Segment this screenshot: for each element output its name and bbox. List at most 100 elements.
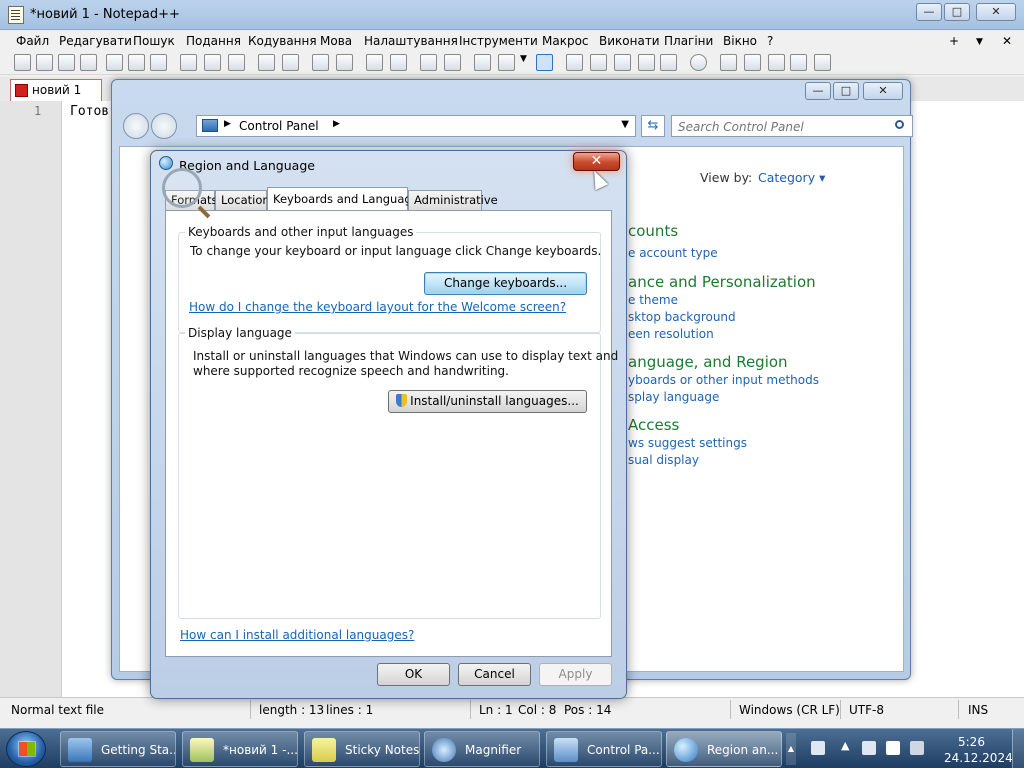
search-icon[interactable] <box>895 120 904 129</box>
install-uninstall-languages-button[interactable]: Install/uninstall languages... <box>388 390 587 413</box>
save-all-icon[interactable] <box>80 54 97 71</box>
function-list-icon[interactable] <box>638 54 655 71</box>
change-keyboards-button[interactable]: Change keyboards... <box>424 272 587 295</box>
cp-minimize-button[interactable]: — <box>805 82 831 100</box>
user-defined-language-icon[interactable] <box>566 54 583 71</box>
cp-close-button[interactable]: ✕ <box>863 82 903 100</box>
monitoring-icon[interactable] <box>690 54 707 71</box>
maximize-button[interactable]: □ <box>944 3 970 21</box>
menu-macro[interactable]: Макрос <box>542 34 589 48</box>
welcome-screen-layout-link[interactable]: How do I change the keyboard layout for … <box>189 300 566 314</box>
cut-icon[interactable] <box>180 54 197 71</box>
refresh-button[interactable]: ⇆ <box>641 115 665 137</box>
menu-settings[interactable]: Налаштування <box>364 34 458 48</box>
search-box[interactable] <box>671 115 913 137</box>
menu-plugins[interactable]: Плагіни <box>664 34 713 48</box>
cp-maximize-button[interactable]: □ <box>833 82 859 100</box>
apply-button[interactable]: Apply <box>539 663 612 686</box>
start-button[interactable] <box>6 731 46 767</box>
playback-macro-icon[interactable] <box>768 54 785 71</box>
replace-icon[interactable] <box>336 54 353 71</box>
undo-icon[interactable] <box>258 54 275 71</box>
redo-icon[interactable] <box>282 54 299 71</box>
taskbar-item-getting-started[interactable]: Getting Sta... <box>60 731 176 767</box>
tab-administrative[interactable]: Administrative <box>408 190 498 210</box>
copy-icon[interactable] <box>204 54 221 71</box>
link-keyboards-input-methods[interactable]: yboards or other input methods <box>628 373 819 387</box>
menu-encoding[interactable]: Кодування <box>248 34 317 48</box>
cancel-button[interactable]: Cancel <box>458 663 531 686</box>
close-all-icon[interactable] <box>128 54 145 71</box>
link-suggest-settings[interactable]: ws suggest settings <box>628 436 747 450</box>
menu-help[interactable]: ? <box>767 34 773 48</box>
category-clock-language-region[interactable]: anguage, and Region <box>628 353 788 371</box>
run-macro-multiple-icon[interactable] <box>790 54 807 71</box>
link-visual-display[interactable]: sual display <box>628 453 699 467</box>
find-icon[interactable] <box>312 54 329 71</box>
dialog-close-button[interactable]: ✕ <box>573 152 620 171</box>
taskbar-item-control-panel[interactable]: Control Pa... <box>546 731 662 767</box>
view-by-dropdown[interactable]: Category ▾ <box>758 170 825 185</box>
taskbar-item-region-language[interactable]: Region an... <box>666 731 782 767</box>
clock-time[interactable]: 5:26 <box>958 735 985 749</box>
tab-new-1[interactable]: новий 1 <box>10 79 102 101</box>
document-map-icon[interactable] <box>590 54 607 71</box>
menu-edit[interactable]: Редагувати <box>59 34 132 48</box>
address-bar[interactable]: ▶ Control Panel ▶ ▼ <box>196 115 636 137</box>
network-icon[interactable] <box>862 741 876 755</box>
taskbar-item-sticky-notes[interactable]: Sticky Notes <box>304 731 420 767</box>
close-document-icon[interactable]: ✕ <box>1002 34 1012 48</box>
close-button[interactable]: ✕ <box>976 3 1016 21</box>
back-button[interactable] <box>123 113 149 139</box>
breadcrumb-arrow-icon[interactable]: ▶ <box>333 119 340 129</box>
menu-tools[interactable]: Інструменти <box>459 34 538 48</box>
show-hidden-icons-icon[interactable]: ▲ <box>841 739 849 752</box>
link-screen-resolution[interactable]: een resolution <box>628 327 714 341</box>
menu-language[interactable]: Мова <box>320 34 352 48</box>
forward-button[interactable] <box>151 113 177 139</box>
paste-icon[interactable] <box>228 54 245 71</box>
category-user-accounts[interactable]: counts <box>628 222 678 240</box>
new-file-icon[interactable] <box>14 54 31 71</box>
zoom-out-icon[interactable] <box>390 54 407 71</box>
category-ease-of-access[interactable]: Access <box>628 416 679 434</box>
new-tab-icon[interactable]: + <box>949 34 959 48</box>
show-desktop-button[interactable] <box>1012 729 1024 768</box>
tab-keyboards-and-languages[interactable]: Keyboards and Languages <box>267 187 425 211</box>
keyboard-icon[interactable] <box>811 741 825 755</box>
document-list-icon[interactable] <box>614 54 631 71</box>
dropdown-arrow-icon[interactable]: ▼ <box>520 54 530 71</box>
stop-recording-icon[interactable] <box>744 54 761 71</box>
taskbar-item-magnifier[interactable]: Magnifier <box>424 731 540 767</box>
menu-view[interactable]: Подання <box>186 34 241 48</box>
volume-muted-icon[interactable] <box>910 741 924 755</box>
menu-run[interactable]: Виконати <box>599 34 660 48</box>
search-input[interactable] <box>678 119 878 134</box>
minimize-button[interactable]: — <box>916 3 942 21</box>
editor-text[interactable]: Готов <box>70 104 109 119</box>
link-display-language[interactable]: splay language <box>628 390 719 404</box>
print-icon[interactable] <box>150 54 167 71</box>
category-appearance[interactable]: ance and Personalization <box>628 273 816 291</box>
menu-search[interactable]: Пошук <box>133 34 175 48</box>
record-macro-icon[interactable] <box>720 54 737 71</box>
action-center-flag-icon[interactable] <box>886 741 900 755</box>
breadcrumb-control-panel[interactable]: Control Panel <box>239 119 319 133</box>
sync-horizontal-icon[interactable] <box>444 54 461 71</box>
save-icon[interactable] <box>58 54 75 71</box>
taskbar-scroll-icon[interactable]: ▲ <box>786 733 796 765</box>
indent-guide-icon[interactable] <box>536 54 553 71</box>
open-file-icon[interactable] <box>36 54 53 71</box>
zoom-in-icon[interactable] <box>366 54 383 71</box>
notepadpp-title-bar[interactable]: *новий 1 - Notepad++ — □ ✕ <box>0 0 1024 30</box>
menu-file[interactable]: Файл <box>16 34 49 48</box>
taskbar-item-notepadpp[interactable]: *новий 1 -... <box>182 731 298 767</box>
close-icon[interactable] <box>106 54 123 71</box>
link-desktop-background[interactable]: sktop background <box>628 310 736 324</box>
word-wrap-icon[interactable] <box>474 54 491 71</box>
menu-window[interactable]: Вікно <box>723 34 757 48</box>
tab-list-icon[interactable]: ▼ <box>976 37 983 47</box>
link-change-theme[interactable]: e theme <box>628 293 678 307</box>
address-dropdown-icon[interactable]: ▼ <box>621 119 629 130</box>
ok-button[interactable]: OK <box>377 663 450 686</box>
